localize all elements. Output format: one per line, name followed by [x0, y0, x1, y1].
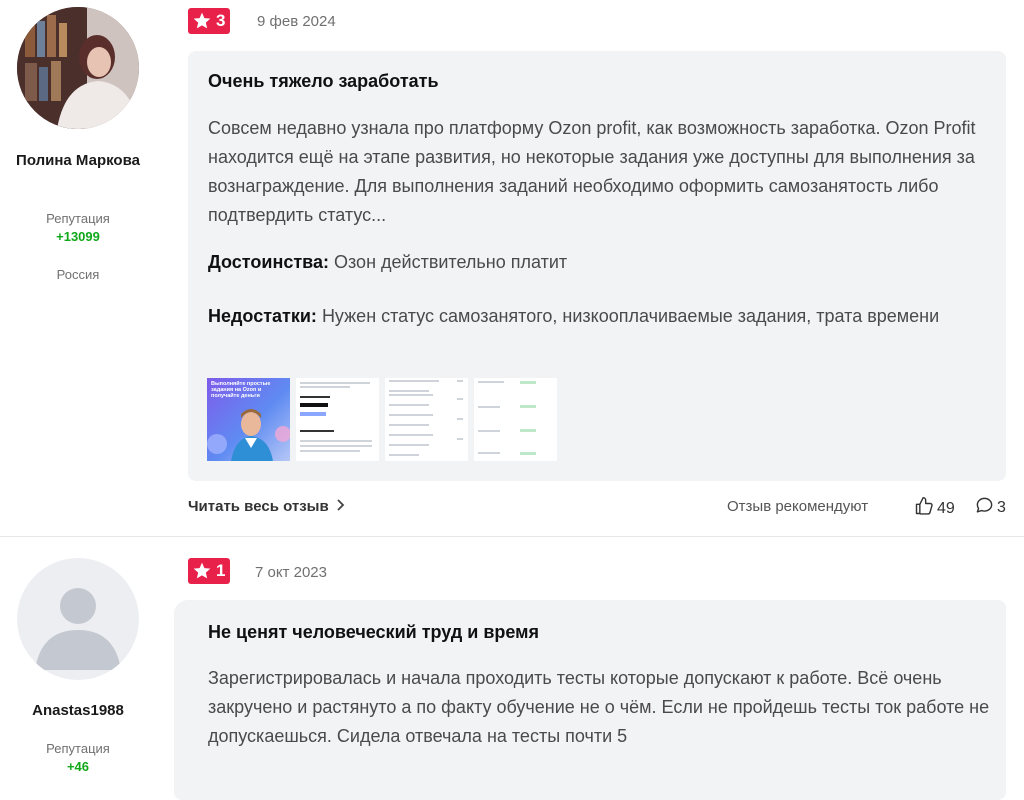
review-pros: Достоинства: Озон действительно платит	[208, 252, 567, 273]
recommend-label: Отзыв рекомендуют	[727, 498, 869, 515]
comments-button[interactable]: 3	[975, 496, 1006, 520]
author-country: Россия	[56, 267, 100, 282]
review-card: Anastas1988 Репутация +46 1 7 окт 2023 Н…	[0, 537, 1024, 800]
review-image-thumbnail[interactable]	[385, 378, 468, 461]
review-date: 7 окт 2023	[255, 564, 327, 581]
author-name[interactable]: Anastas1988	[0, 700, 156, 721]
like-button[interactable]: 49	[914, 496, 955, 521]
review-title[interactable]: Не ценят человеческий труд и время	[208, 622, 539, 643]
author-name[interactable]: Полина Маркова	[0, 150, 156, 171]
avatar[interactable]	[17, 7, 139, 129]
review-image-thumbnail[interactable]: Выполняйте простые задания на Ozon и пол…	[207, 378, 290, 461]
review-body: Очень тяжело заработать Совсем недавно у…	[188, 51, 1006, 481]
review-image-thumbnail[interactable]	[474, 378, 557, 461]
review-text: Совсем недавно узнала про платформу Ozon…	[208, 118, 976, 225]
review-body: Не ценят человеческий труд и время Зарег…	[174, 600, 1006, 800]
rating-badge: 3	[188, 8, 231, 34]
review-title[interactable]: Очень тяжело заработать	[208, 71, 439, 92]
rating-value: 1	[216, 561, 226, 580]
chevron-right-icon	[335, 498, 345, 515]
comment-count: 3	[997, 499, 1006, 516]
review-cons: Недостатки: Нужен статус самозанятого, н…	[208, 301, 988, 331]
reputation-label: Репутация	[46, 741, 110, 756]
read-full-review-link[interactable]: Читать весь отзыв	[188, 498, 345, 515]
review-images: Выполняйте простые задания на Ozon и пол…	[207, 378, 557, 461]
cons-text: Нужен статус самозанятого, низкооплачива…	[321, 306, 940, 326]
like-count: 49	[937, 499, 955, 517]
reputation-label: Репутация	[46, 211, 110, 226]
rating-value: 3	[216, 11, 226, 30]
reputation-value: +13099	[56, 229, 100, 244]
review-image-thumbnail[interactable]	[296, 378, 379, 461]
read-more-label: Читать весь отзыв	[188, 498, 329, 515]
star-icon	[192, 11, 212, 31]
avatar[interactable]	[17, 558, 139, 680]
comment-icon	[975, 496, 994, 520]
thumbs-up-icon	[914, 496, 934, 521]
pros-label: Достоинства:	[208, 252, 329, 272]
rating-badge: 1	[188, 558, 231, 584]
cons-label: Недостатки:	[208, 306, 317, 326]
review-date: 9 фев 2024	[257, 13, 336, 30]
pros-text: Озон действительно платит	[334, 252, 568, 272]
star-icon	[192, 561, 212, 581]
reputation-value: +46	[66, 759, 90, 774]
review-text: Зарегистрировалась и начала проходить те…	[208, 668, 990, 746]
review-card: Полина Маркова Репутация +13099 Россия 3…	[0, 0, 1024, 536]
